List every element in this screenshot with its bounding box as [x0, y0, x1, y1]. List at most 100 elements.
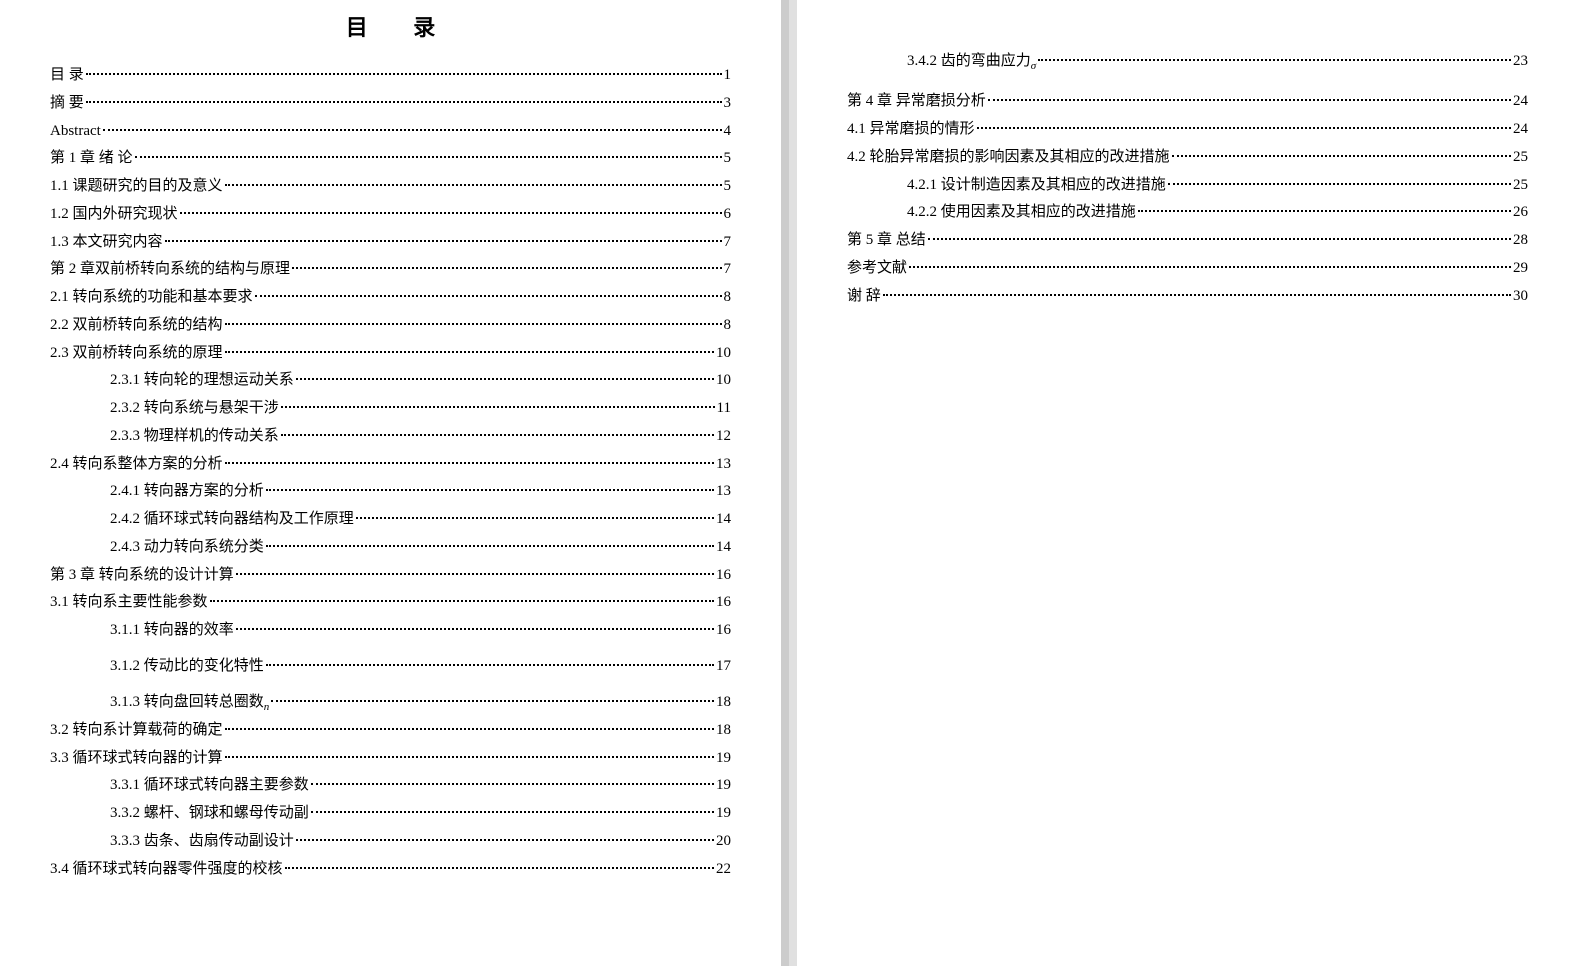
toc-page-number: 12 [716, 423, 731, 451]
toc-page-number: 30 [1513, 283, 1528, 311]
toc-label: 3.2 转向系计算载荷的确定 [50, 717, 223, 745]
toc-dots [236, 573, 714, 575]
toc-page-number: 8 [724, 312, 732, 340]
toc-page-number: 14 [716, 506, 731, 534]
toc-dots [210, 600, 714, 602]
toc-entry: 3.3.3 齿条、齿扇传动副设计 20 [110, 828, 731, 856]
toc-label: 4.2.1 设计制造因素及其相应的改进措施 [907, 172, 1166, 200]
toc-entry: 3.4 循环球式转向器零件强度的校核 22 [50, 856, 731, 884]
toc-page-number: 22 [716, 856, 731, 884]
toc-page-number: 17 [716, 653, 731, 681]
toc-label: 第 2 章双前桥转向系统的结构与原理 [50, 256, 290, 284]
toc-entry: 3.1.2 传动比的变化特性17 [110, 653, 731, 681]
page-right: 3.4.2 齿的弯曲应力σ23第 4 章 异常磨损分析244.1 异常磨损的情形… [789, 0, 1578, 966]
toc-dots [988, 99, 1511, 101]
toc-label: 2.4.2 循环球式转向器结构及工作原理 [110, 506, 354, 534]
toc-label: 1.1 课题研究的目的及意义 [50, 173, 223, 201]
toc-dots [296, 378, 714, 380]
toc-entry: 2.2 双前桥转向系统的结构 8 [50, 312, 731, 340]
toc-subscript: σ [1031, 60, 1036, 72]
toc-right-container: 3.4.2 齿的弯曲应力σ23第 4 章 异常磨损分析244.1 异常磨损的情形… [847, 48, 1528, 310]
toc-label: 2.3.1 转向轮的理想运动关系 [110, 367, 294, 395]
toc-label: 3.1.1 转向器的效率 [110, 617, 234, 645]
toc-label: 第 3 章 转向系统的设计计算 [50, 562, 234, 590]
toc-dots [281, 434, 714, 436]
toc-dots [356, 517, 714, 519]
toc-dots [225, 184, 722, 186]
toc-dots [1138, 210, 1511, 212]
toc-page-number: 19 [716, 800, 731, 828]
toc-label: 2.1 转向系统的功能和基本要求 [50, 284, 253, 312]
toc-page-number: 19 [716, 772, 731, 800]
toc-page-number: 8 [724, 284, 732, 312]
toc-label: 参考文献 [847, 255, 907, 283]
toc-dots [281, 406, 715, 408]
toc-label: 3.4 循环球式转向器零件强度的校核 [50, 856, 283, 884]
toc-page-number: 23 [1513, 48, 1528, 76]
toc-page-number: 18 [716, 689, 731, 717]
toc-page-number: 18 [716, 717, 731, 745]
toc-dots [103, 129, 722, 131]
toc-entry: 摘 要3 [50, 90, 731, 118]
toc-page-number: 25 [1513, 144, 1528, 172]
toc-page-number: 5 [724, 173, 732, 201]
toc-dots [225, 323, 722, 325]
toc-page-number: 16 [716, 589, 731, 617]
toc-dots [225, 728, 714, 730]
toc-entry: 第 1 章 绪 论5 [50, 145, 731, 173]
toc-entry: 第 3 章 转向系统的设计计算 16 [50, 562, 731, 590]
toc-entry: 谢 辞30 [847, 283, 1528, 311]
toc-dots [180, 212, 722, 214]
toc-entry: 2.4.3 动力转向系统分类14 [110, 534, 731, 562]
toc-page-number: 26 [1513, 199, 1528, 227]
toc-page-number: 28 [1513, 227, 1528, 255]
toc-page-number: 16 [716, 562, 731, 590]
toc-entry: 第 5 章 总结28 [847, 227, 1528, 255]
toc-entry: 2.3.2 转向系统与悬架干涉11 [110, 395, 731, 423]
toc-page-number: 24 [1513, 88, 1528, 116]
toc-dots [271, 700, 714, 702]
toc-label: 2.4 转向系整体方案的分析 [50, 451, 223, 479]
toc-label: 3.4.2 齿的弯曲应力σ [907, 48, 1036, 76]
toc-label: 第 4 章 异常磨损分析 [847, 88, 986, 116]
toc-entry: 3.2 转向系计算载荷的确定 18 [50, 717, 731, 745]
toc-dots [1038, 59, 1511, 61]
toc-entry: 3.3.2 螺杆、钢球和螺母传动副19 [110, 800, 731, 828]
toc-dots [225, 351, 714, 353]
page-left: 目 录 目 录1摘 要3Abstract4第 1 章 绪 论51.1 课题研究的… [0, 0, 789, 966]
toc-dots [236, 628, 714, 630]
toc-entry: 目 录1 [50, 62, 731, 90]
toc-entry: 4.2 轮胎异常磨损的影响因素及其相应的改进措施 25 [847, 144, 1528, 172]
toc-dots [266, 545, 714, 547]
toc-page-number: 13 [716, 451, 731, 479]
toc-entry: 第 2 章双前桥转向系统的结构与原理 7 [50, 256, 731, 284]
toc-entry: 1.2 国内外研究现状6 [50, 201, 731, 229]
toc-left-container: 目 录1摘 要3Abstract4第 1 章 绪 论51.1 课题研究的目的及意… [50, 62, 731, 883]
toc-entry: Abstract4 [50, 118, 731, 146]
toc-page-number: 20 [716, 828, 731, 856]
toc-dots [311, 783, 714, 785]
toc-page-number: 16 [716, 617, 731, 645]
toc-dots [266, 489, 714, 491]
toc-page-number: 7 [724, 256, 732, 284]
toc-label: 4.2 轮胎异常磨损的影响因素及其相应的改进措施 [847, 144, 1170, 172]
toc-dots [225, 756, 714, 758]
toc-label: 2.3.3 物理样机的传动关系 [110, 423, 279, 451]
toc-entry: 3.3.1 循环球式转向器主要参数19 [110, 772, 731, 800]
toc-label: 2.2 双前桥转向系统的结构 [50, 312, 223, 340]
toc-dots [883, 294, 1511, 296]
toc-label: 3.3.3 齿条、齿扇传动副设计 [110, 828, 294, 856]
toc-entry: 3.1.3 转向盘回转总圈数n18 [110, 689, 731, 717]
toc-page-number: 1 [724, 62, 732, 90]
toc-entry: 1.3 本文研究内容7 [50, 229, 731, 257]
toc-entry: 2.4.1 转向器方案的分析13 [110, 478, 731, 506]
toc-dots [225, 462, 714, 464]
toc-entry: 2.1 转向系统的功能和基本要求 8 [50, 284, 731, 312]
toc-page-number: 6 [724, 201, 732, 229]
toc-entry: 4.2.2 使用因素及其相应的改进措施26 [907, 199, 1528, 227]
toc-dots [135, 156, 722, 158]
toc-dots [928, 238, 1511, 240]
toc-page-number: 14 [716, 534, 731, 562]
toc-label: 第 1 章 绪 论 [50, 145, 133, 173]
toc-dots [1172, 155, 1511, 157]
